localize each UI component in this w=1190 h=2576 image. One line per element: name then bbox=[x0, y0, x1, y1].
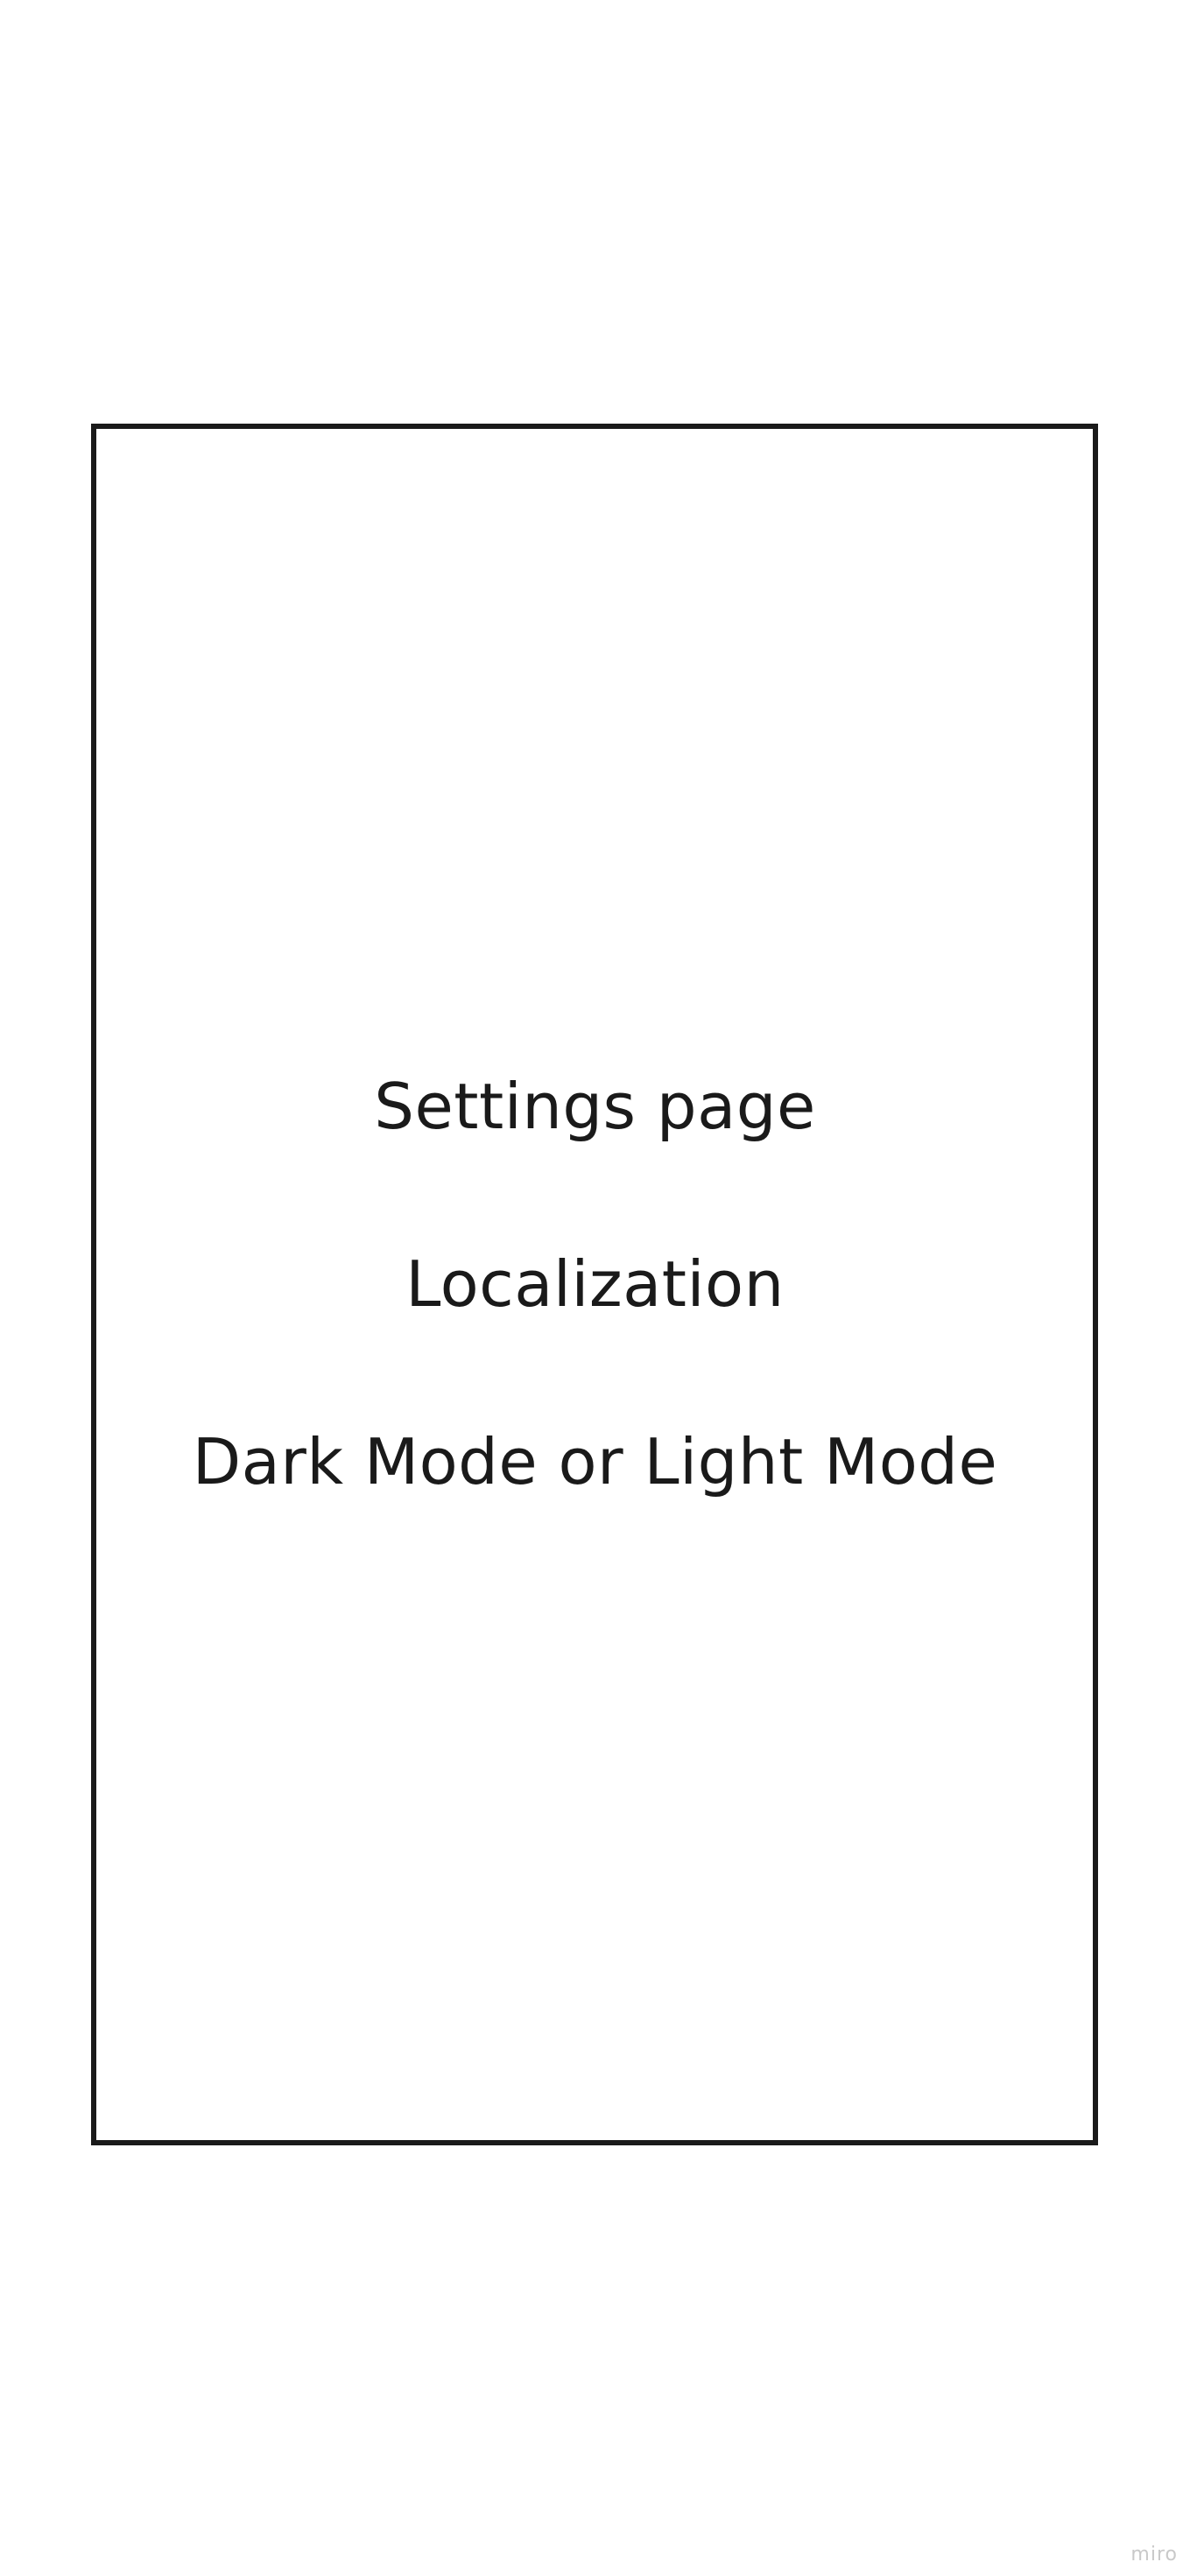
miro-watermark: miro bbox=[1130, 2544, 1178, 2565]
theme-mode-label: Dark Mode or Light Mode bbox=[192, 1425, 998, 1499]
settings-page-label: Settings page bbox=[374, 1070, 816, 1143]
localization-label: Localization bbox=[405, 1247, 785, 1321]
